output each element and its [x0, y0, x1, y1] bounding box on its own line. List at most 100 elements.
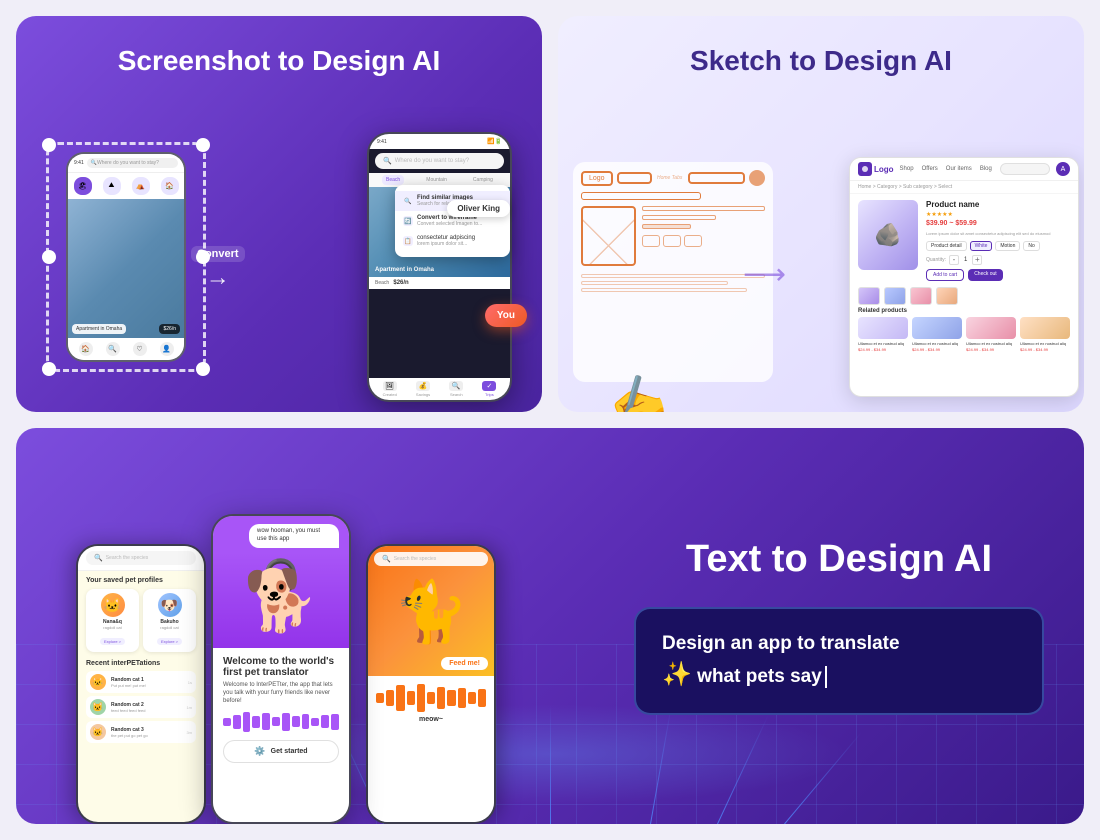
- sketch-line-price: [642, 224, 691, 229]
- do-thumb-4: [936, 287, 958, 305]
- do-add-to-cart[interactable]: Add to cart: [926, 269, 964, 281]
- sketch-option-2: [663, 235, 681, 247]
- cursor-icon: [825, 666, 827, 688]
- pm-btab-trips: ✓ Trips: [482, 381, 496, 397]
- pm-btab-created: 🖼 Created: [383, 381, 397, 397]
- sketch-arrow-icon: ⟶: [743, 257, 786, 292]
- pm-image-caption: Apartment in Omaha: [375, 267, 434, 273]
- do-option-no: No: [1023, 241, 1039, 251]
- sketch-nav: [617, 172, 652, 184]
- arrow-icon: →: [206, 264, 230, 292]
- do-nav-blog: Blog: [980, 166, 992, 172]
- screenshot-card-title: Screenshot to Design AI: [40, 44, 518, 78]
- do-product-name: Product name: [926, 200, 1070, 209]
- do-product-desc: Lorem ipsum dolor sit amet consectetur a…: [926, 231, 1070, 237]
- sketch-search-btn: [749, 170, 765, 186]
- do-qty-label: Quantity:: [926, 257, 946, 263]
- sketch-card: Sketch to Design AI Logo Home Tabs: [558, 16, 1084, 412]
- do-qty-minus[interactable]: -: [949, 255, 959, 265]
- ps-image-price: $26/n: [159, 324, 180, 334]
- pet-phone-3: 🔍 Search the species 🐈 Feed me!: [366, 544, 496, 824]
- do-related-item-2: Ullamco et ex nostrud aliq $24.99 - $34.…: [912, 317, 962, 352]
- do-product-image: 🪨: [858, 200, 918, 270]
- pp2-waveform: [223, 712, 339, 732]
- ps-footer-fav: ♡: [133, 342, 147, 356]
- do-product-stars: ★★★★★: [926, 211, 1070, 218]
- sketch-logo: Logo: [581, 171, 613, 186]
- context-menu: 🔍 Find similar images Search for related…: [395, 185, 510, 257]
- ps-nav-beach: 🏖: [74, 177, 92, 195]
- do-related-item-1: Ullamco et ex nostrud aliq $24.99 - $34.…: [858, 317, 908, 352]
- convert-arrow: Convert →: [191, 246, 245, 292]
- pm-image-sub: Beach $26/n: [369, 277, 510, 289]
- convert-label: Convert: [191, 246, 245, 262]
- do-option-white: White: [970, 241, 993, 251]
- do-avatar: A: [1056, 162, 1070, 176]
- you-bubble: You: [485, 304, 527, 327]
- pp2-app-title: Welcome to the world'sfirst pet translat…: [223, 656, 339, 678]
- pp1-saved-title: Your saved pet profiles: [86, 577, 196, 584]
- sketch-line-2: [642, 215, 716, 220]
- do-thumb-1: [858, 287, 880, 305]
- text-design-input-box[interactable]: Design an app to translate ✨ what pets s…: [634, 607, 1044, 715]
- do-related-item-3: Ullamco et ex nostrud aliq $24.99 - $34.…: [966, 317, 1016, 352]
- screenshot-card: Screenshot to Design AI 9:41 🔍 Where do …: [16, 16, 542, 412]
- pm-tab-mountain: Mountain: [422, 175, 451, 185]
- do-product-price: $39.90 ~ $59.99: [926, 220, 1070, 227]
- pp1-recent-2: 🐱 Random cat 2 feed feed feed feed 1m: [86, 696, 196, 718]
- pp3-feed-btn[interactable]: Feed me!: [441, 657, 488, 670]
- sketch-option-3: [684, 235, 702, 247]
- ps-search-text: Where do you want to stay?: [97, 160, 159, 166]
- pet-phones-area: 🔍 Search the species Your saved pet prof…: [16, 428, 576, 824]
- sketch-search: [688, 172, 745, 184]
- pm-tab-camping: Camping: [469, 175, 497, 185]
- do-breadcrumb: Home > Category > Sub category > Select: [850, 181, 1078, 194]
- pp3-translation: meow~: [376, 716, 486, 723]
- ps-nav-mountain: ⛰: [103, 177, 121, 195]
- do-checkout[interactable]: Check out: [968, 269, 1003, 281]
- do-nav-our-items: Our items: [946, 166, 972, 172]
- context-menu-item-lorem: 📋 consectetur adpiscing lorem ipsum dolo…: [395, 231, 510, 251]
- do-nav-offers: Offers: [922, 166, 938, 172]
- sketch-card-title: Sketch to Design AI: [582, 44, 1060, 78]
- do-thumb-2: [884, 287, 906, 305]
- do-thumb-3: [910, 287, 932, 305]
- phone-small: 9:41 🔍 Where do you want to stay? 🏖 ⛰ ⛺ …: [66, 152, 186, 362]
- oliver-king-label: Oliver King: [447, 200, 510, 217]
- sparkle-icon: ✨: [662, 661, 692, 688]
- do-nav-shop: Shop: [900, 166, 914, 172]
- pp1-pet-nana: 🐱 Nana&q ragdoll cat Explore >: [86, 589, 139, 652]
- pp1-recent-1: 🐱 Random cat 1 Put put me! put me! 1s: [86, 671, 196, 693]
- pet-phone-1: 🔍 Search the species Your saved pet prof…: [76, 544, 206, 824]
- text-design-card: 🔍 Search the species Your saved pet prof…: [16, 428, 1084, 824]
- pp3-waveform: [376, 684, 486, 712]
- pp2-chat-bubble: wow hooman, you must use this app: [249, 524, 339, 548]
- pm-tab-beach: Beach: [382, 175, 404, 185]
- do-qty-plus[interactable]: +: [972, 255, 982, 265]
- sketch-breadcrumb: [581, 192, 701, 200]
- pm-search-text: Where do you want to stay?: [395, 158, 469, 164]
- do-option-motion: Motion: [995, 241, 1020, 251]
- pp1-search-placeholder: Search the species: [106, 555, 149, 561]
- ps-footer-profile: 👤: [160, 342, 174, 356]
- pm-btab-search: 🔍 Search: [449, 381, 463, 397]
- pp1-recent-3: 🐱 Random cat 3 the pet put go pet go 3m: [86, 721, 196, 743]
- do-qty-value: 1: [964, 257, 967, 263]
- pet-phone-2: wow hooman, you must use this app 🐕 🎧 We…: [211, 514, 351, 824]
- sketch-line-1: [642, 206, 765, 211]
- ps-image-label: Apartment in Omaha: [72, 324, 126, 334]
- do-related-item-4: Ullamco et ex nostrud aliq $24.99 - $34.…: [1020, 317, 1070, 352]
- pp2-get-started-btn[interactable]: ⚙️ Get started: [223, 740, 339, 763]
- do-search-bar: [1000, 163, 1050, 175]
- ps-nav-home: 🏠: [161, 177, 179, 195]
- pp2-app-subtitle: Welcome to InterPETter, the app that let…: [223, 681, 339, 706]
- phone-main: 9:41 📶🔋 🔍 Where do you want to stay? Bea…: [367, 132, 512, 402]
- text-design-title: Text to Design AI: [634, 537, 1044, 583]
- ps-footer-search: 🔍: [106, 342, 120, 356]
- pp3-cat-image: 🔍 Search the species 🐈 Feed me!: [368, 546, 494, 676]
- pp2-dog-area: 🐕 🎧: [213, 553, 349, 648]
- ps-nav-camp: ⛺: [132, 177, 150, 195]
- do-option-detail: Product detail: [926, 241, 967, 251]
- pp3-search-placeholder: Search the species: [394, 556, 437, 562]
- text-design-area: Text to Design AI Design an app to trans…: [614, 428, 1084, 824]
